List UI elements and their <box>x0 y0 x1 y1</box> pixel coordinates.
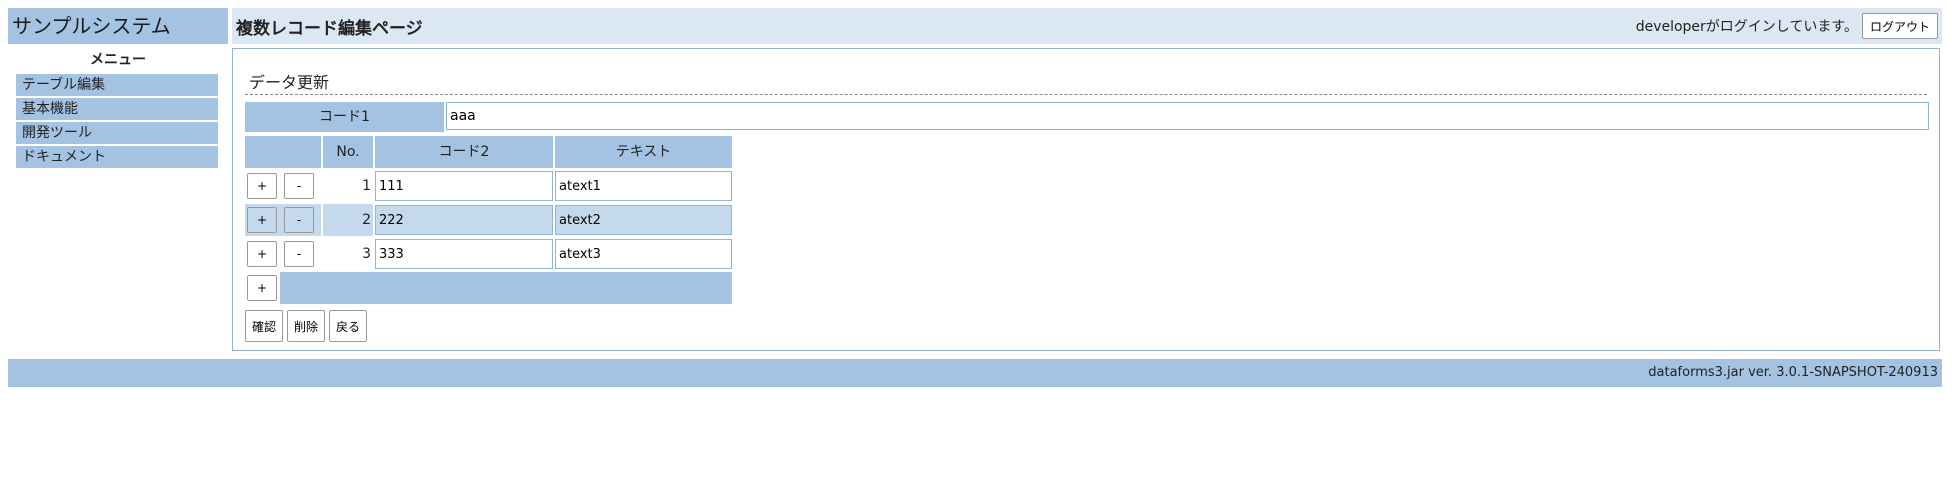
app-title: サンプルシステム <box>8 8 228 44</box>
section-title: データ更新 <box>249 73 330 92</box>
row-buttons: + - <box>245 170 321 202</box>
row-no: 2 <box>323 204 373 236</box>
code1-label: コード1 <box>245 102 444 132</box>
row-no: 3 <box>362 246 371 262</box>
text-cell <box>555 204 732 236</box>
divider <box>245 94 1927 95</box>
insert-row-button[interactable]: + <box>247 207 277 233</box>
header: サンプルシステム 複数レコード編集ページ developerがログインしています… <box>8 8 1942 44</box>
main-panel: データ更新 コード1 No. コード2 テキスト + - 1 <box>232 48 1940 351</box>
remove-row-button[interactable]: - <box>284 207 314 233</box>
back-button[interactable]: 戻る <box>329 310 368 342</box>
text-input[interactable] <box>555 171 732 201</box>
text-cell <box>555 238 732 270</box>
page-title: 複数レコード編集ページ <box>236 18 423 39</box>
row-buttons: + - <box>245 238 321 270</box>
code2-cell <box>375 170 553 202</box>
menu-title: メニュー <box>90 52 146 68</box>
menu-list: テーブル編集 基本機能 開発ツール ドキュメント <box>16 74 218 168</box>
add-row-cell: + <box>245 272 280 304</box>
code2-input[interactable] <box>375 205 553 235</box>
remove-row-button[interactable]: - <box>284 241 314 267</box>
user-area: developerがログインしています。 ログアウト <box>1636 13 1938 39</box>
menu-item-documents[interactable]: ドキュメント <box>16 146 218 168</box>
text-input[interactable] <box>555 205 732 235</box>
table-row: + - 3 <box>245 238 732 270</box>
add-row: + <box>245 272 732 304</box>
add-row-filler <box>280 272 732 304</box>
row-buttons: + - <box>245 204 321 236</box>
sidebar: メニュー テーブル編集 基本機能 開発ツール ドキュメント <box>8 48 228 170</box>
menu-item-table-edit[interactable]: テーブル編集 <box>16 74 218 96</box>
menu-item-basic-functions[interactable]: 基本機能 <box>16 98 218 120</box>
insert-row-button[interactable]: + <box>247 241 277 267</box>
header-buttons-cell <box>245 136 321 168</box>
table-row: + - 1 <box>245 170 732 202</box>
code2-input[interactable] <box>375 171 553 201</box>
header-no: No. <box>323 136 373 168</box>
append-row-button[interactable]: + <box>247 275 277 301</box>
text-input[interactable] <box>555 239 732 269</box>
login-message: developerがログインしています。 <box>1635 19 1858 35</box>
row-no: 1 <box>362 178 371 194</box>
code1-input[interactable] <box>446 102 1929 130</box>
menu-item-dev-tools[interactable]: 開発ツール <box>16 122 218 144</box>
page-header: 複数レコード編集ページ developerがログインしています。 ログアウト <box>232 8 1942 44</box>
code2-cell <box>375 204 553 236</box>
action-buttons: 確認 削除 戻る <box>245 310 368 342</box>
table-row-selected: + - 2 <box>245 204 732 236</box>
confirm-button[interactable]: 確認 <box>245 310 284 342</box>
code1-row: コード1 <box>245 102 1929 132</box>
delete-button[interactable]: 削除 <box>287 310 326 342</box>
remove-row-button[interactable]: - <box>284 173 314 199</box>
code2-input[interactable] <box>375 239 553 269</box>
text-cell <box>555 170 732 202</box>
footer: dataforms3.jar ver. 3.0.1-SNAPSHOT-24091… <box>8 359 1942 387</box>
header-text: テキスト <box>555 136 732 168</box>
code2-cell <box>375 238 553 270</box>
page: サンプルシステム 複数レコード編集ページ developerがログインしています… <box>0 0 1952 480</box>
logout-button[interactable]: ログアウト <box>1861 13 1938 39</box>
records-table: No. コード2 テキスト + - 1 + <box>245 136 732 304</box>
header-code2: コード2 <box>375 136 553 168</box>
insert-row-button[interactable]: + <box>247 173 277 199</box>
table-header-row: No. コード2 テキスト <box>245 136 732 168</box>
